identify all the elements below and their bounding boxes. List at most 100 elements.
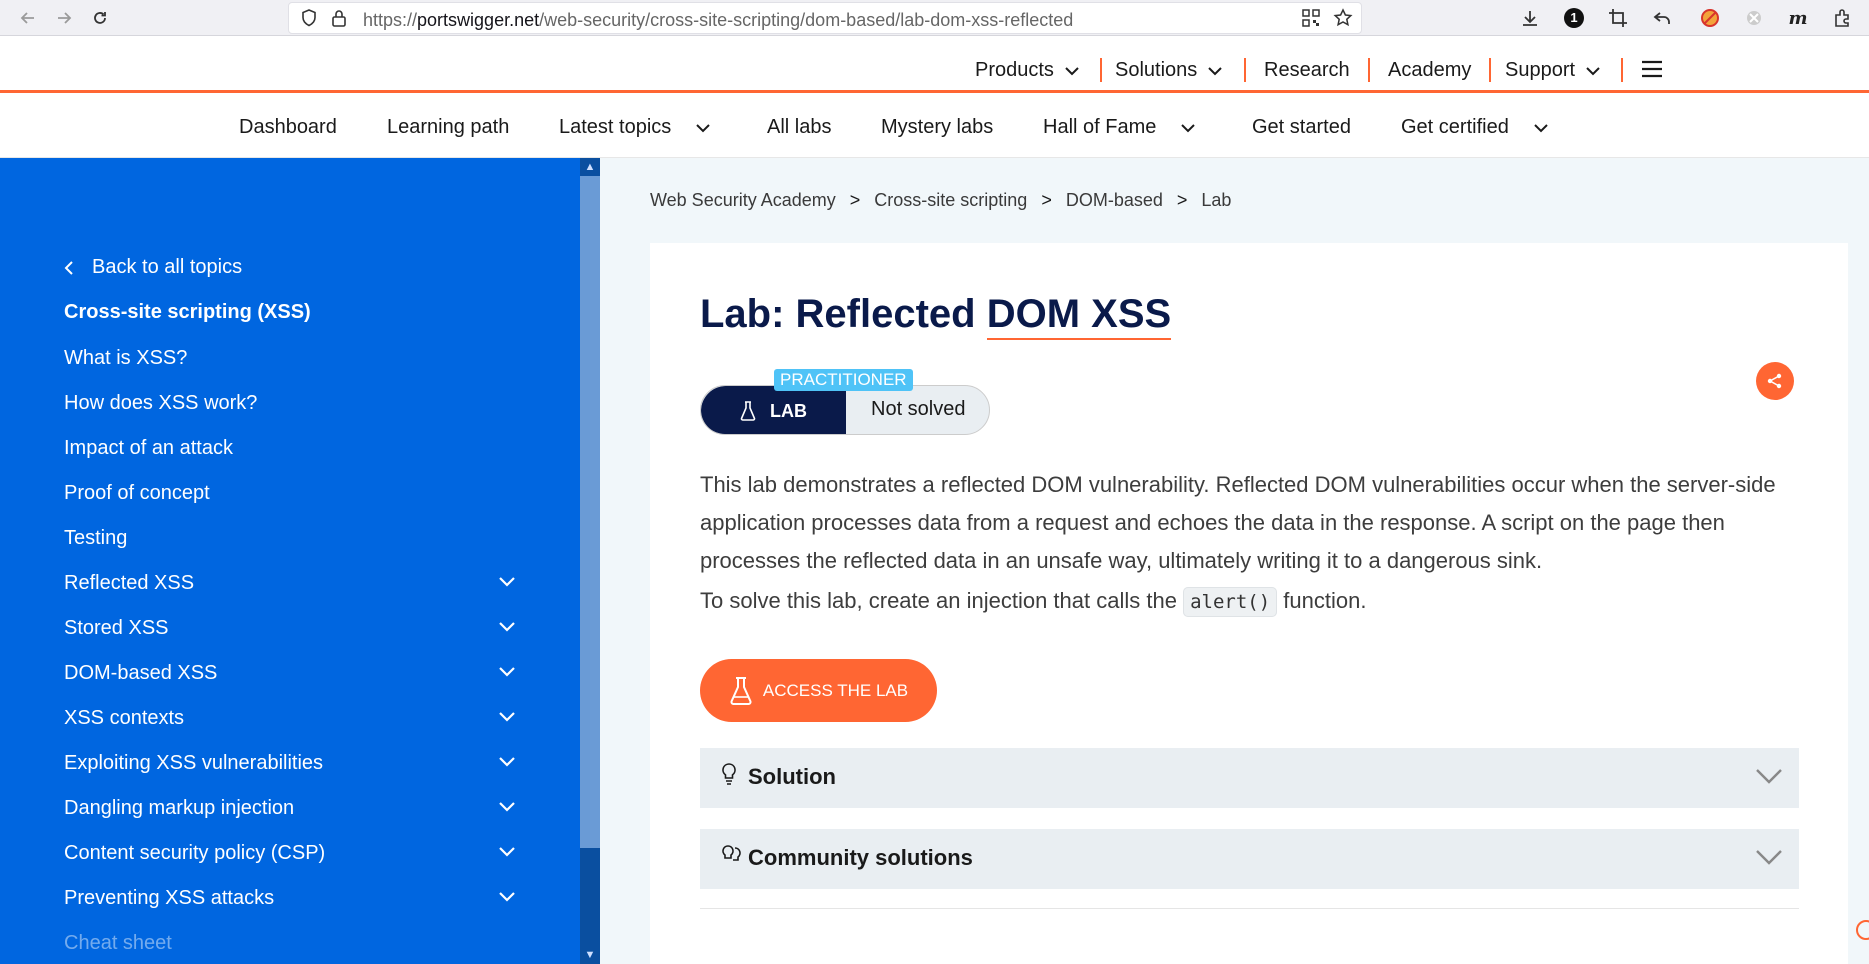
lab-description: This lab demonstrates a reflected DOM vu… <box>700 472 1776 573</box>
lab-status-badge: LAB Not solved <box>700 385 990 435</box>
community-solutions-accordion[interactable]: Community solutions <box>700 829 1799 889</box>
academy-nav: Dashboard Learning path Latest topics Al… <box>0 94 1869 158</box>
sidebar-item-csp[interactable]: Content security policy (CSP) <box>64 842 325 865</box>
chevron-down-icon[interactable] <box>498 891 516 902</box>
nav-separator <box>1244 58 1246 82</box>
academy-nav-get-started[interactable]: Get started <box>1252 116 1351 139</box>
lab-task: To solve this lab, create an injection t… <box>700 587 1366 617</box>
academy-nav-label: Get started <box>1252 116 1351 138</box>
nav-research-label: Research <box>1264 59 1350 81</box>
access-lab-label: ACCESS THE LAB <box>762 680 909 700</box>
chevron-down-icon[interactable] <box>498 756 516 767</box>
sidebar-item-preventing-xss[interactable]: Preventing XSS attacks <box>64 887 274 910</box>
sidebar-heading[interactable]: Cross-site scripting (XSS) <box>64 301 311 324</box>
academy-nav-all-labs[interactable]: All labs <box>767 116 831 139</box>
page-title: Lab: Reflected DOM XSS <box>700 292 1172 340</box>
nav-academy[interactable]: Academy <box>1388 59 1471 82</box>
nav-separator <box>1489 58 1491 82</box>
sidebar-item-what-is-xss[interactable]: What is XSS? <box>64 347 187 370</box>
scroll-down-arrow-icon[interactable]: ▼ <box>580 946 600 964</box>
lock-icon[interactable] <box>327 6 351 30</box>
nav-solutions[interactable]: Solutions <box>1115 59 1223 82</box>
flask-icon <box>730 676 752 705</box>
forward-arrow-icon[interactable] <box>52 6 76 30</box>
nav-support[interactable]: Support <box>1505 59 1601 82</box>
scrollbar-thumb[interactable] <box>580 176 600 848</box>
academy-nav-get-certified[interactable]: Get certified <box>1401 116 1549 139</box>
chevron-down-icon <box>1181 123 1196 132</box>
breadcrumb-separator: > <box>1176 190 1188 210</box>
breadcrumb-item[interactable]: Cross-site scripting <box>874 190 1027 210</box>
back-to-topics-label: Back to all topics <box>92 256 243 278</box>
nav-research[interactable]: Research <box>1264 59 1350 82</box>
breadcrumb-item[interactable]: DOM-based <box>1066 190 1163 210</box>
extension-puzzle-icon[interactable] <box>1742 6 1766 30</box>
blocker-extension-icon[interactable] <box>1698 6 1722 30</box>
sidebar-item-impact[interactable]: Impact of an attack <box>64 437 233 460</box>
qr-code-icon[interactable] <box>1299 6 1323 30</box>
breadcrumb-item[interactable]: Web Security Academy <box>650 190 836 210</box>
share-button[interactable] <box>1756 362 1794 400</box>
nav-separator <box>1368 58 1370 82</box>
title-link[interactable]: DOM XSS <box>986 292 1172 340</box>
solution-accordion[interactable]: Solution <box>700 748 1799 808</box>
chevron-down-icon <box>1756 769 1782 784</box>
access-lab-button[interactable]: ACCESS THE LAB <box>700 659 937 722</box>
sidebar-item-proof-of-concept[interactable]: Proof of concept <box>64 482 210 505</box>
floating-help-icon[interactable] <box>1856 920 1869 940</box>
academy-nav-mystery-labs[interactable]: Mystery labs <box>881 116 993 139</box>
download-icon[interactable] <box>1518 6 1542 30</box>
sidebar-item-testing[interactable]: Testing <box>64 527 127 550</box>
flask-icon <box>740 401 756 421</box>
sidebar-item-xss-contexts[interactable]: XSS contexts <box>64 707 184 730</box>
community-solutions-label: Community solutions <box>748 845 973 870</box>
sidebar-item-dom-based-xss[interactable]: DOM-based XSS <box>64 662 217 685</box>
reload-icon[interactable] <box>88 6 112 30</box>
inline-code: alert() <box>1183 587 1278 617</box>
hamburger-menu-icon[interactable] <box>1641 60 1663 78</box>
breadcrumb: Web Security Academy > Cross-site scriptin… <box>650 190 1231 211</box>
chevron-down-icon[interactable] <box>498 621 516 632</box>
m-extension-icon[interactable]: m <box>1786 6 1810 30</box>
sidebar-item-cheat-sheet[interactable]: Cheat sheet <box>64 932 172 955</box>
undo-icon[interactable] <box>1650 6 1674 30</box>
password-manager-icon[interactable]: 1 <box>1562 6 1586 30</box>
nav-academy-label: Academy <box>1388 59 1472 81</box>
extensions-icon[interactable] <box>1830 6 1854 30</box>
sidebar-item-reflected-xss[interactable]: Reflected XSS <box>64 572 194 595</box>
address-bar[interactable]: https://portswigger.net/web-security/cro… <box>288 2 1362 34</box>
chevron-down-icon[interactable] <box>498 846 516 857</box>
sidebar-item-how-xss-works[interactable]: How does XSS work? <box>64 392 257 415</box>
sidebar-item-exploiting-xss[interactable]: Exploiting XSS vulnerabilities <box>64 752 323 775</box>
academy-nav-label: Dashboard <box>239 116 337 138</box>
star-bookmark-icon[interactable] <box>1331 6 1355 30</box>
scroll-up-arrow-icon[interactable]: ▲ <box>580 158 600 176</box>
chevron-down-icon[interactable] <box>498 801 516 812</box>
chevron-down-icon <box>1756 850 1782 865</box>
chevron-down-icon[interactable] <box>498 576 516 587</box>
shield-icon[interactable] <box>297 6 321 30</box>
chevron-down-icon <box>1586 66 1600 75</box>
academy-nav-label: Mystery labs <box>881 116 994 138</box>
sidebar-item-dangling-markup[interactable]: Dangling markup injection <box>64 797 294 820</box>
crop-icon[interactable] <box>1606 6 1630 30</box>
chevron-down-icon <box>1065 66 1079 75</box>
chevron-left-icon <box>64 260 73 275</box>
back-to-topics-link[interactable]: Back to all topics <box>64 256 242 279</box>
academy-nav-label: Learning path <box>387 116 510 138</box>
back-arrow-icon[interactable] <box>16 6 40 30</box>
chevron-down-icon[interactable] <box>498 666 516 677</box>
academy-nav-learning-path[interactable]: Learning path <box>387 116 509 139</box>
chevron-down-icon[interactable] <box>498 711 516 722</box>
breadcrumb-separator: > <box>1041 190 1052 210</box>
sidebar-scrollbar[interactable]: ▲ ▼ <box>580 158 600 964</box>
academy-nav-dashboard[interactable]: Dashboard <box>239 116 337 139</box>
academy-nav-hall-of-fame[interactable]: Hall of Fame <box>1043 116 1196 139</box>
nav-products[interactable]: Products <box>975 59 1080 82</box>
sidebar-item-stored-xss[interactable]: Stored XSS <box>64 617 169 640</box>
academy-nav-latest-topics[interactable]: Latest topics <box>559 116 711 139</box>
breadcrumb-item[interactable]: Lab <box>1201 190 1231 210</box>
breadcrumb-separator: > <box>849 190 861 210</box>
lab-label-text: LAB <box>770 400 807 421</box>
academy-nav-label: Hall of Fame <box>1043 116 1157 138</box>
